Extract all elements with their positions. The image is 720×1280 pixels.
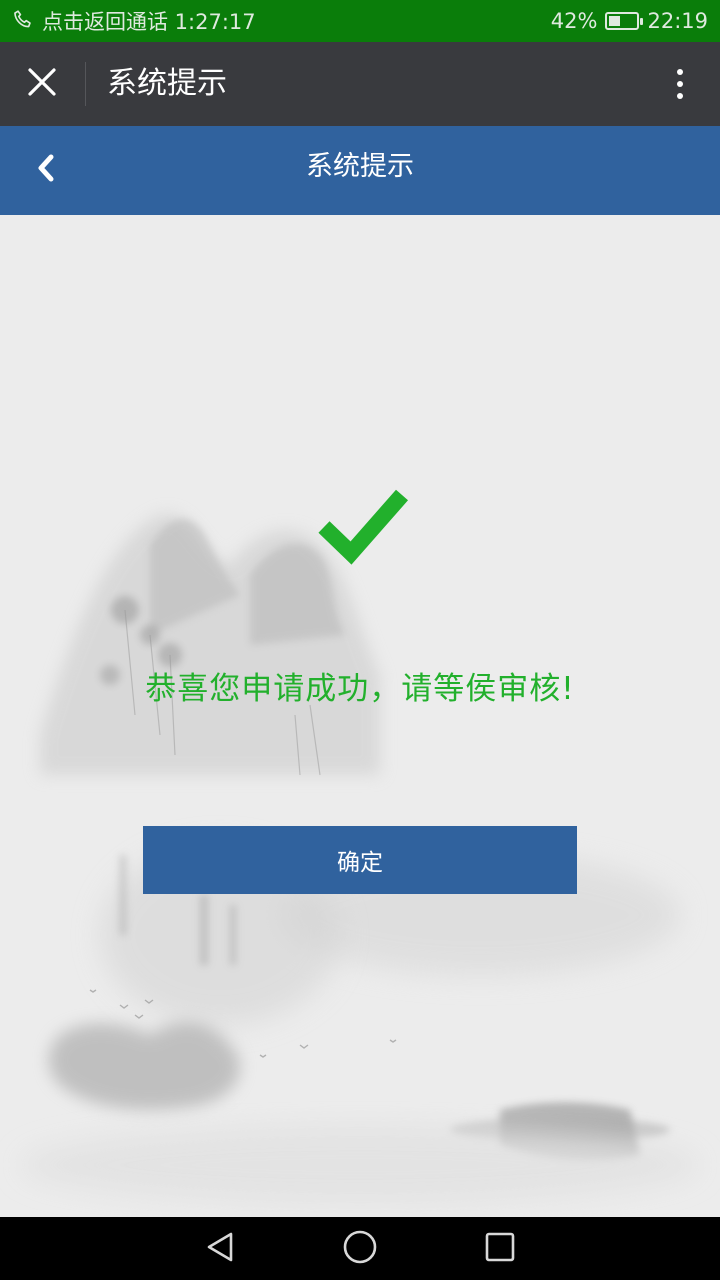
main-content: 恭喜您申请成功，请等侯审核! 确定	[0, 215, 720, 1217]
system-nav-bar	[0, 1217, 720, 1280]
battery-percent: 42%	[550, 9, 598, 33]
battery-icon	[605, 12, 644, 30]
battery-level	[609, 16, 621, 26]
ongoing-call-indicator[interactable]: 点击返回通话 1:27:17	[12, 0, 256, 42]
more-icon	[677, 69, 683, 75]
app-bar: 系统提示	[0, 42, 720, 126]
back-button[interactable]	[18, 142, 74, 198]
success-message: 恭喜您申请成功，请等侯审核!	[145, 671, 575, 707]
recents-square-icon	[484, 1231, 516, 1267]
screen: 点击返回通话 1:27:17 42% 22:19 系统提示 系统提示 恭喜您申请…	[0, 0, 720, 1280]
call-return-text: 点击返回通话 1:27:17	[42, 10, 256, 34]
close-button[interactable]	[14, 54, 70, 114]
confirm-button[interactable]: 确定	[143, 826, 577, 894]
app-title: 系统提示	[107, 66, 227, 101]
page-header: 系统提示	[0, 126, 720, 215]
back-triangle-icon	[203, 1230, 237, 1268]
clock: 22:19	[647, 9, 708, 33]
divider	[85, 62, 86, 106]
close-icon	[27, 67, 57, 101]
status-bar: 点击返回通话 1:27:17 42% 22:19	[0, 0, 720, 42]
nav-home-button[interactable]	[336, 1225, 384, 1273]
phone-icon	[12, 8, 34, 35]
more-button[interactable]	[660, 56, 700, 112]
nav-back-button[interactable]	[196, 1225, 244, 1273]
ink-landscape-background	[20, 513, 700, 1205]
back-chevron-icon	[33, 153, 59, 187]
home-circle-icon	[342, 1229, 378, 1269]
checkmark-icon	[316, 485, 412, 565]
status-right: 42% 22:19	[551, 0, 708, 42]
nav-recents-button[interactable]	[476, 1225, 524, 1273]
page-title: 系统提示	[306, 151, 414, 182]
